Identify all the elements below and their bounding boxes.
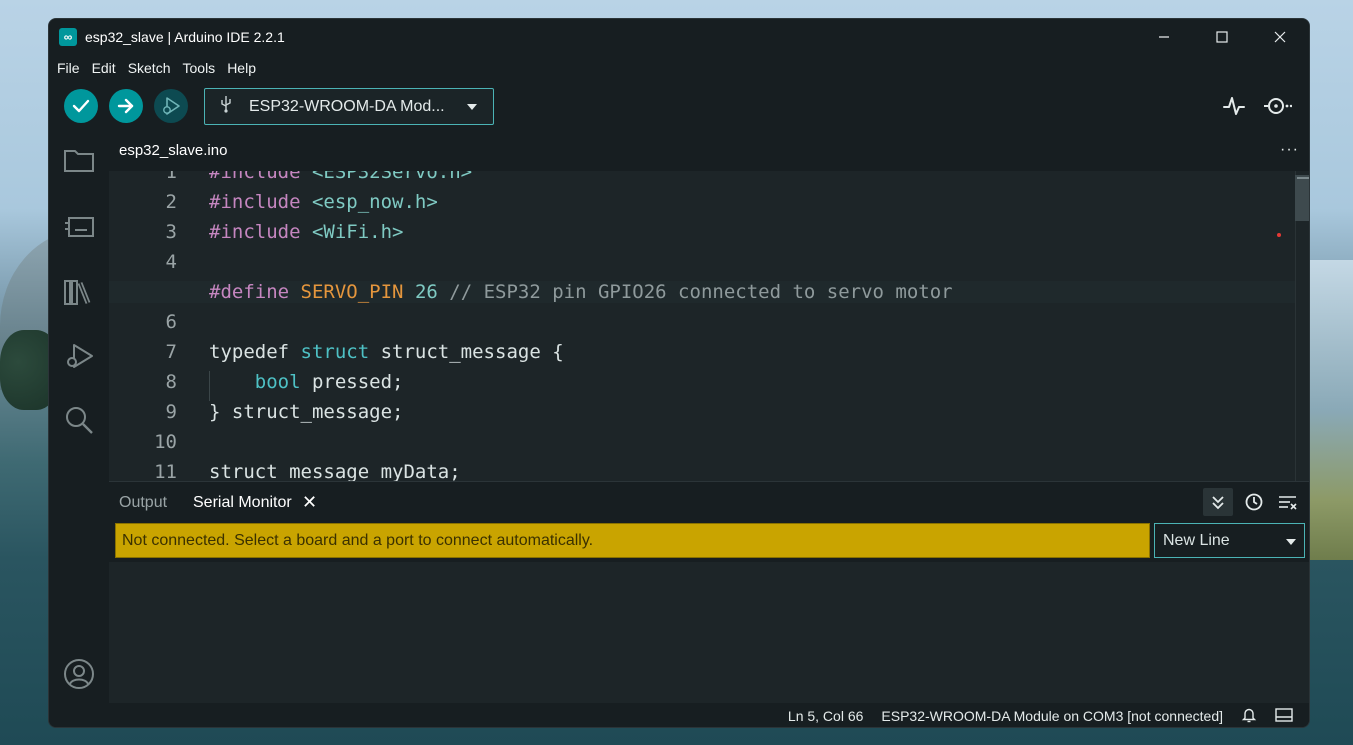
debug-panel-button[interactable] <box>62 339 96 373</box>
tab-output[interactable]: Output <box>119 494 167 512</box>
line-number: 2 <box>165 191 177 213</box>
debug-button[interactable] <box>154 89 188 123</box>
code-line: bool pressed; <box>209 371 403 401</box>
chevron-down-icon <box>467 103 477 110</box>
cursor-position[interactable]: Ln 5, Col 66 <box>788 708 864 724</box>
maximize-icon <box>1216 31 1228 43</box>
usb-icon <box>219 95 233 118</box>
code-line: struct_message myData; <box>209 461 461 481</box>
arduino-ide-window: ∞ esp32_slave | Arduino IDE 2.2.1 File E… <box>48 18 1310 728</box>
menu-help[interactable]: Help <box>221 55 262 81</box>
double-chevron-down-icon <box>1212 496 1224 510</box>
serial-plotter-icon <box>1223 97 1245 115</box>
arrow-right-icon <box>117 98 134 114</box>
close-button[interactable] <box>1251 19 1309 55</box>
more-actions-button[interactable]: ··· <box>1280 141 1299 159</box>
clear-all-icon <box>1279 496 1297 510</box>
notifications-button[interactable] <box>1241 707 1257 726</box>
line-number: 4 <box>165 251 177 273</box>
menu-edit[interactable]: Edit <box>86 55 122 81</box>
menu-file[interactable]: File <box>51 55 86 81</box>
scrollbar-marker <box>1297 177 1309 179</box>
chevron-down-icon <box>1286 539 1296 545</box>
minimize-button[interactable] <box>1135 19 1193 55</box>
board-status[interactable]: ESP32-WROOM-DA Module on COM3 [not conne… <box>881 708 1223 724</box>
search-button[interactable] <box>62 403 96 437</box>
toggle-panel-button[interactable] <box>1275 707 1293 726</box>
toolbar: ESP32-WROOM-DA Mod... <box>49 81 1309 131</box>
line-number: 7 <box>165 341 177 363</box>
status-bar: Ln 5, Col 66 ESP32-WROOM-DA Module on CO… <box>49 703 1309 727</box>
toggle-timestamp-button[interactable] <box>1239 488 1269 516</box>
clear-output-button[interactable] <box>1273 488 1303 516</box>
indent-guide <box>209 371 210 401</box>
line-number: 9 <box>165 401 177 423</box>
menu-bar: File Edit Sketch Tools Help <box>49 55 1309 81</box>
account-button[interactable] <box>62 657 96 691</box>
board-manager-icon <box>65 217 94 237</box>
code-text: #include <ESP32Servo.h> #include <esp_no… <box>109 171 1309 481</box>
code-editor[interactable]: 1 2 3 4 5 6 7 8 9 10 11 #include <ESP32S… <box>109 171 1309 481</box>
code-line-active: #define SERVO_PIN 26 // ESP32 pin GPIO26… <box>109 281 1309 303</box>
serial-monitor-icon <box>1264 98 1292 114</box>
menu-sketch[interactable]: Sketch <box>122 55 177 81</box>
serial-monitor-button[interactable] <box>1262 91 1292 121</box>
error-marker <box>1277 233 1281 237</box>
line-number: 11 <box>154 461 177 481</box>
code-line: #include <esp_now.h> <box>209 191 438 213</box>
sketchbook-button[interactable] <box>62 143 96 177</box>
line-ending-select[interactable]: New Line <box>1154 523 1305 558</box>
bell-icon <box>1241 708 1257 722</box>
arduino-logo-icon: ∞ <box>59 28 77 46</box>
serial-plotter-button[interactable] <box>1219 91 1249 121</box>
line-number-gutter: 1 2 3 4 5 6 7 8 9 10 11 <box>109 171 191 481</box>
clock-icon <box>1245 493 1263 511</box>
editor-scrollbar[interactable] <box>1295 171 1309 481</box>
activity-sidebar <box>49 131 109 703</box>
folder-icon <box>64 150 94 172</box>
window-title: esp32_slave | Arduino IDE 2.2.1 <box>85 29 285 45</box>
debug-icon <box>163 97 180 115</box>
toggle-autoscroll-button[interactable] <box>1203 488 1233 516</box>
library-icon <box>64 280 91 305</box>
code-line: #include <WiFi.h> <box>209 221 404 243</box>
upload-button[interactable] <box>109 89 143 123</box>
tab-serial-monitor[interactable]: Serial Monitor <box>193 494 292 512</box>
debug-icon <box>67 344 93 368</box>
editor-tab-bar: esp32_slave.ino ··· <box>109 131 1309 171</box>
scrollbar-thumb[interactable] <box>1295 175 1309 221</box>
line-number: 10 <box>154 431 177 453</box>
code-line: } struct_message; <box>209 401 404 423</box>
board-selector[interactable]: ESP32-WROOM-DA Mod... <box>204 88 494 125</box>
library-manager-button[interactable] <box>62 275 96 309</box>
line-number: 8 <box>165 371 177 393</box>
tab-esp32-slave-ino[interactable]: esp32_slave.ino <box>109 131 238 171</box>
line-number: 6 <box>165 311 177 333</box>
serial-monitor-output[interactable] <box>109 562 1309 704</box>
not-connected-message: Not connected. Select a board and a port… <box>115 523 1150 558</box>
title-bar: ∞ esp32_slave | Arduino IDE 2.2.1 <box>49 19 1309 55</box>
boards-manager-button[interactable] <box>62 209 96 243</box>
check-icon <box>72 99 90 113</box>
window-controls <box>1135 19 1309 55</box>
maximize-button[interactable] <box>1193 19 1251 55</box>
close-tab-button[interactable]: ✕ <box>302 492 317 513</box>
search-icon <box>66 407 93 434</box>
close-icon <box>1274 31 1286 43</box>
line-number: 1 <box>165 171 177 183</box>
bottom-panel: Output Serial Monitor ✕ Not connected. S… <box>109 481 1309 704</box>
board-name: ESP32-WROOM-DA Mod... <box>249 97 445 115</box>
line-ending-value: New Line <box>1163 531 1230 549</box>
code-line: #include <ESP32Servo.h> <box>209 171 473 183</box>
verify-button[interactable] <box>64 89 98 123</box>
code-line: typedef struct struct_message { <box>209 341 564 363</box>
line-number: 3 <box>165 221 177 243</box>
account-icon <box>64 659 94 689</box>
panel-layout-icon <box>1275 707 1293 722</box>
menu-tools[interactable]: Tools <box>177 55 222 81</box>
minimize-icon <box>1159 36 1169 38</box>
